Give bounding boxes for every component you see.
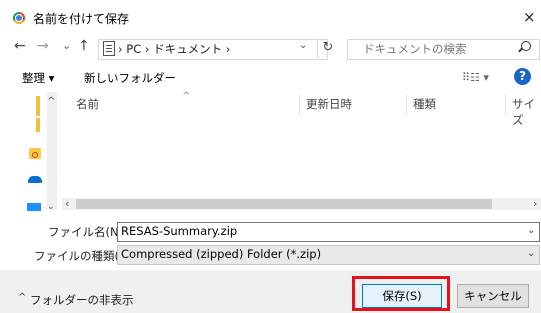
scroll-down-icon[interactable]: ⌄: [47, 202, 55, 212]
up-folder-icon[interactable]: ↑: [78, 38, 90, 54]
filename-input[interactable]: RESAS-Summary.zip: [121, 224, 237, 238]
filetype-dropdown-icon[interactable]: ⌄: [527, 248, 535, 259]
column-header-type[interactable]: 種類: [413, 96, 436, 112]
filename-dropdown-icon[interactable]: ⌄: [527, 225, 535, 236]
sort-arrow-icon: ^: [182, 91, 191, 102]
search-icon[interactable]: [521, 41, 531, 51]
back-arrow-icon[interactable]: ←: [14, 38, 26, 54]
file-list[interactable]: [62, 92, 541, 210]
column-divider[interactable]: [505, 94, 506, 116]
hide-folders-toggle[interactable]: フォルダーの非表示: [30, 292, 134, 308]
filename-label: ファイル名(N):: [48, 225, 127, 239]
scroll-left-icon[interactable]: ‹: [65, 197, 69, 210]
new-folder-button[interactable]: 新しいフォルダー: [84, 70, 176, 86]
column-divider[interactable]: [406, 94, 407, 116]
recent-locations-icon[interactable]: ⌄: [62, 39, 71, 52]
chevron-up-icon[interactable]: ^: [18, 292, 26, 303]
command-bar: [0, 64, 541, 93]
search-input[interactable]: ドキュメントの検索: [363, 41, 467, 57]
address-dropdown-icon[interactable]: ⌄: [299, 40, 307, 51]
column-header-name[interactable]: 名前: [76, 96, 99, 112]
column-header-size[interactable]: サイズ: [512, 96, 541, 128]
pc-icon[interactable]: [27, 203, 41, 211]
scroll-up-icon[interactable]: ^: [47, 96, 55, 107]
window-title: 名前を付けて保存: [33, 12, 130, 26]
folder-icon[interactable]: [36, 118, 40, 132]
view-options-button[interactable]: ⠿☷ ▾: [462, 71, 489, 84]
help-icon[interactable]: ?: [514, 68, 531, 85]
scrollbar-thumb[interactable]: [76, 199, 492, 209]
organize-button[interactable]: 整理 ▾: [22, 70, 54, 86]
cancel-button[interactable]: キャンセル: [457, 284, 529, 308]
column-divider[interactable]: [299, 94, 300, 116]
chrome-icon: [13, 12, 25, 24]
onedrive-icon[interactable]: [28, 176, 42, 183]
filetype-value[interactable]: Compressed (zipped) Folder (*.zip): [121, 247, 321, 261]
quick-access-folder-icon[interactable]: [36, 96, 40, 116]
save-button-highlight: [352, 276, 450, 311]
column-header-modified[interactable]: 更新日時: [306, 96, 352, 112]
refresh-icon[interactable]: ↻: [317, 38, 338, 58]
folder-icon[interactable]: [29, 148, 41, 159]
breadcrumb[interactable]: › PC › ドキュメント ›: [118, 41, 230, 57]
forward-arrow-icon[interactable]: →: [37, 38, 49, 54]
documents-folder-icon: [103, 41, 115, 56]
scroll-right-icon[interactable]: ›: [533, 197, 537, 210]
close-icon[interactable]: ×: [523, 8, 536, 26]
nav-vertical-scrollbar[interactable]: [47, 92, 57, 210]
